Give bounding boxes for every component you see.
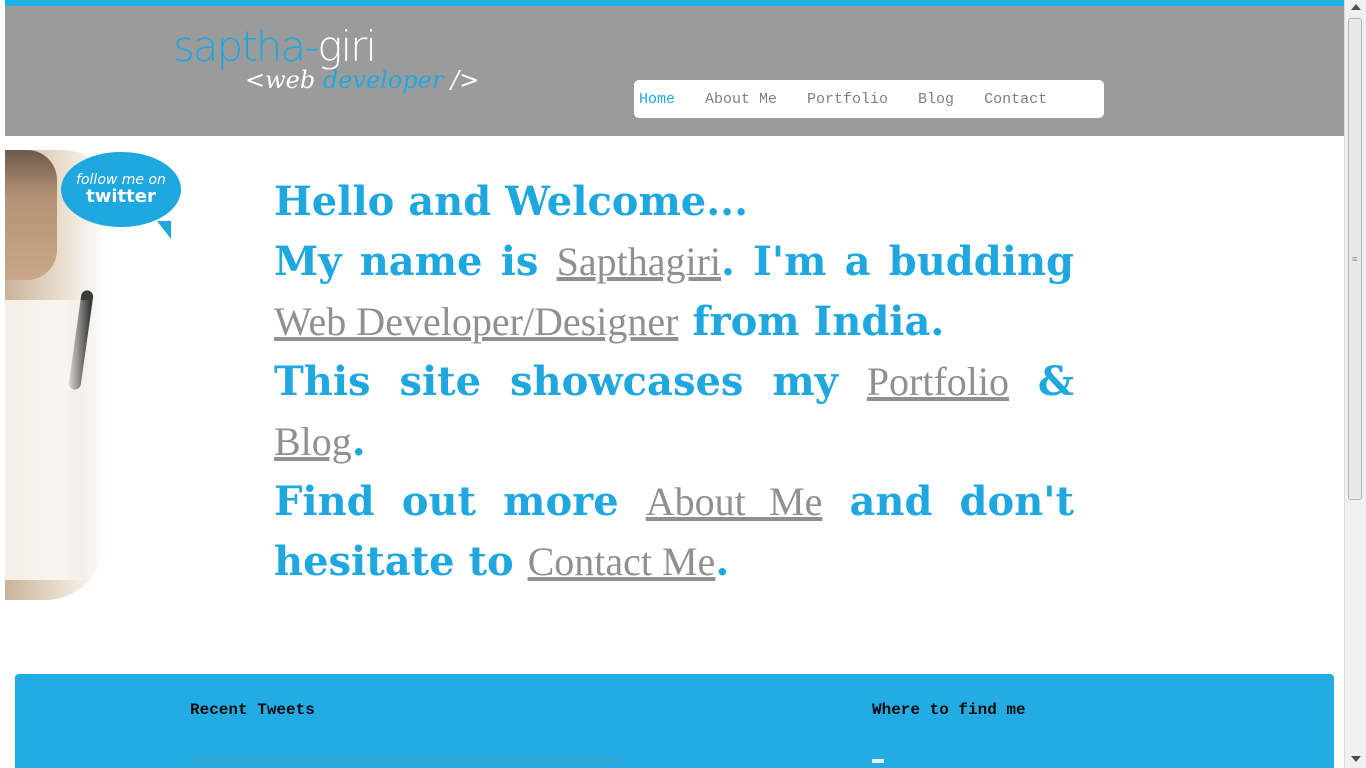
intro-text-segment: . (351, 418, 366, 465)
social-icon-partial[interactable] (872, 759, 884, 763)
intro-text-segment: . I'm a budding (721, 238, 1074, 285)
site-header: saptha-giri <web developer /> Home About… (5, 6, 1344, 136)
nav-portfolio[interactable]: Portfolio (807, 91, 888, 108)
about-me-link[interactable]: About Me (646, 479, 823, 524)
recent-tweets-heading: Recent Tweets (190, 701, 315, 719)
scroll-down-arrow-icon[interactable] (1351, 756, 1361, 762)
site-logo[interactable]: saptha-giri (173, 26, 377, 68)
welcome-heading: Hello and Welcome... (274, 178, 749, 225)
where-to-find-heading: Where to find me (872, 701, 1026, 719)
blog-link[interactable]: Blog (274, 419, 352, 464)
nav-home[interactable]: Home (639, 91, 675, 108)
intro-text-segment: from India. (678, 298, 945, 345)
name-link[interactable]: Sapthagiri (557, 239, 721, 284)
main-nav: Home About Me Portfolio Blog Contact (634, 80, 1104, 118)
tweet-preview-line (190, 758, 620, 762)
scroll-up-arrow-icon[interactable] (1351, 4, 1361, 10)
logo-tagline: <web developer /> (245, 68, 479, 92)
tagline-word2: developer (322, 66, 444, 94)
tagline-word1: web (265, 66, 316, 94)
intro-text-segment: . (715, 538, 730, 585)
intro-text-segment: Find out more (274, 478, 646, 525)
page: saptha-giri <web developer /> Home About… (5, 0, 1344, 768)
follow-twitter-badge[interactable]: follow me on twitter (61, 152, 181, 239)
profile-face (5, 150, 57, 280)
vertical-scrollbar[interactable]: ≡ (1344, 0, 1366, 768)
intro-text-segment: My name is (274, 238, 557, 285)
nav-blog[interactable]: Blog (918, 91, 954, 108)
logo-part2: giri (317, 22, 377, 71)
scrollbar-grip-icon: ≡ (1352, 254, 1358, 264)
profile-shirt (5, 300, 90, 580)
nav-contact[interactable]: Contact (984, 91, 1047, 108)
nav-about-me[interactable]: About Me (705, 91, 777, 108)
intro-text: Hello and Welcome... My name is Sapthagi… (274, 172, 1074, 592)
twitter-badge-line2: twitter (86, 186, 156, 207)
contact-me-link[interactable]: Contact Me (528, 539, 716, 584)
web-developer-link[interactable]: Web Developer/Designer (274, 299, 678, 344)
portfolio-link[interactable]: Portfolio (867, 359, 1009, 404)
scrollbar-thumb[interactable]: ≡ (1348, 18, 1362, 500)
intro-text-segment: This site showcases my (274, 358, 867, 405)
tagline-close: /> (451, 66, 480, 94)
tagline-open: < (245, 66, 266, 94)
intro-text-segment: & (1009, 358, 1074, 405)
logo-part1: saptha- (173, 22, 319, 71)
footer-panel: Recent Tweets Where to find me (15, 674, 1334, 768)
